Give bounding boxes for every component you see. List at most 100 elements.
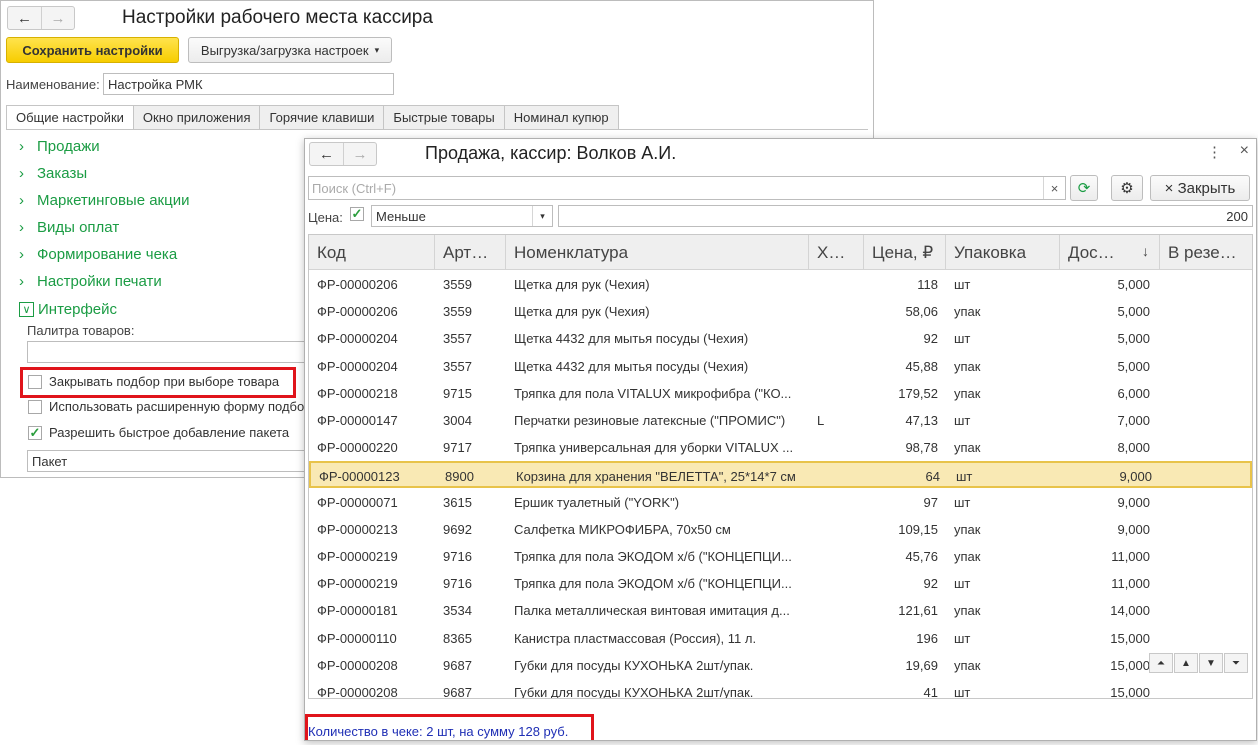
group-marketing[interactable]: › Маркетинговые акции xyxy=(19,192,189,209)
table-row[interactable]: ФР-00000071 3615 Ершик туалетный ("YORK") 9… xyxy=(309,489,1252,516)
table-row[interactable]: ФР-00000218 9715 Тряпка для пола VITALUX м… xyxy=(309,380,1252,407)
tab-app-window[interactable]: Окно приложения xyxy=(133,105,261,130)
cell-price: 92 xyxy=(923,331,938,347)
table-row[interactable]: ФР-00000206 3559 Щетка для рук (Чехия) 58,0… xyxy=(309,298,1252,325)
cell-available: 11,000 xyxy=(1111,576,1150,592)
cell-article: 8365 xyxy=(443,630,472,646)
table-row[interactable]: ФР-00000219 9716 Тряпка для пола ЭКОДОМ х/… xyxy=(309,543,1252,570)
cell-price: 179,52 xyxy=(898,385,938,401)
group-interface[interactable]: ∨ Интерфейс xyxy=(19,301,117,318)
col-characteristic[interactable]: Х… xyxy=(809,235,864,270)
settings-title: Настройки рабочего места кассира xyxy=(122,7,433,28)
cell-name: Ершик туалетный ("YORK") xyxy=(514,494,680,510)
cell-code: ФР-00000110 xyxy=(317,630,397,646)
cell-available: 11,000 xyxy=(1111,549,1150,564)
scroll-buttons: ⏶ ▲ ▼ ⏷ xyxy=(1148,653,1248,673)
sale-window: ← → Продажа, кассир: Волков А.И. ⋮ × Пои… xyxy=(304,138,1257,741)
more-icon[interactable]: ⋮ xyxy=(1207,143,1222,161)
table-row[interactable]: ФР-00000110 8365 Канистра пластмассовая (Р… xyxy=(309,625,1252,652)
table-row[interactable]: ФР-00000219 9716 Тряпка для пола ЭКОДОМ х/… xyxy=(309,570,1252,597)
group-receipt[interactable]: › Формирование чека xyxy=(19,246,177,263)
extended-form-checkbox[interactable]: Использовать расширенную форму подбора xyxy=(28,399,319,414)
forward-icon[interactable]: → xyxy=(343,143,376,165)
chevron-right-icon: › xyxy=(19,273,24,290)
chevron-right-icon: › xyxy=(19,165,24,182)
nav-buttons: ← → xyxy=(7,6,75,30)
table-row[interactable]: ФР-00000204 3557 Щетка 4432 для мытья посу… xyxy=(309,353,1252,380)
table-row[interactable]: ФР-00000204 3557 Щетка 4432 для мытья посу… xyxy=(309,325,1252,352)
cell-article: 3559 xyxy=(443,304,472,320)
dropdown-icon[interactable]: ▾ xyxy=(532,206,552,226)
cell-available: 5,000 xyxy=(1117,331,1150,347)
table-row[interactable]: ФР-00000147 3004 Перчатки резиновые латекс… xyxy=(309,407,1252,434)
package-field[interactable]: Пакет xyxy=(27,450,317,472)
cell-available: 9,000 xyxy=(1117,494,1150,510)
back-icon[interactable]: ← xyxy=(310,143,343,165)
name-field[interactable]: Настройка РМК xyxy=(103,73,394,95)
tab-quick-goods[interactable]: Быстрые товары xyxy=(384,105,505,130)
group-sales[interactable]: › Продажи xyxy=(19,138,100,155)
price-label: Цена: xyxy=(308,210,343,225)
scroll-top-icon[interactable]: ⏶ xyxy=(1149,653,1173,673)
cell-article: 9717 xyxy=(443,440,472,456)
table-row[interactable]: ФР-00000208 9687 Губки для посуды КУХОНЬКА… xyxy=(309,652,1252,679)
checkbox-icon xyxy=(28,399,42,414)
cell-article: 3534 xyxy=(443,603,472,619)
cell-article: 9687 xyxy=(443,685,472,699)
price-filter-checkbox[interactable]: ✓ xyxy=(350,206,371,221)
cell-package: упак xyxy=(954,521,981,537)
table-row[interactable]: ФР-00000206 3559 Щетка для рук (Чехия) 118 ш… xyxy=(309,271,1252,298)
price-value-field[interactable]: 200 xyxy=(558,205,1253,227)
cell-code: ФР-00000206 xyxy=(317,277,398,292)
table-row[interactable]: ФР-00000220 9717 Тряпка универсальная для … xyxy=(309,434,1252,461)
back-icon[interactable]: ← xyxy=(8,7,41,29)
col-available-label: Дос… xyxy=(1068,243,1115,262)
tab-banknotes[interactable]: Номинал купюр xyxy=(504,105,619,130)
col-price[interactable]: Цена, ₽ xyxy=(864,235,946,270)
group-payments[interactable]: › Виды оплат xyxy=(19,219,119,236)
table-row-selected[interactable]: ФР-00000123 8900 Корзина для хранения "ВЕЛ… xyxy=(309,461,1252,489)
col-name[interactable]: Номенклатура xyxy=(506,235,809,270)
cell-name: Тряпка для пола VITALUX микрофибра ("КО.… xyxy=(514,385,792,401)
cell-package: упак xyxy=(954,304,981,320)
nav-buttons: ← → xyxy=(309,142,377,166)
refresh-button[interactable]: ⟳ xyxy=(1070,175,1098,201)
tab-hotkeys[interactable]: Горячие клавиши xyxy=(260,105,385,130)
cell-name: Корзина для хранения "ВЕЛЕТТА", 25*14*7 … xyxy=(516,469,796,485)
group-label: Настройки печати xyxy=(37,273,162,290)
scroll-down-icon[interactable]: ▼ xyxy=(1199,653,1223,673)
col-package[interactable]: Упаковка xyxy=(946,235,1060,270)
scroll-up-icon[interactable]: ▲ xyxy=(1174,653,1198,673)
cell-package: шт xyxy=(954,576,971,592)
close-button[interactable]: × Закрыть xyxy=(1150,175,1250,201)
gear-icon[interactable]: ⚙ xyxy=(1111,175,1143,201)
group-orders[interactable]: › Заказы xyxy=(19,165,87,182)
close-window-icon[interactable]: × xyxy=(1240,142,1249,160)
tab-general[interactable]: Общие настройки xyxy=(6,105,134,130)
table-row[interactable]: ФР-00000208 9687 Губки для посуды КУХОНЬКА… xyxy=(309,679,1252,699)
palette-field[interactable] xyxy=(27,341,317,363)
col-available[interactable]: Дос… ↓ xyxy=(1060,235,1160,270)
scroll-bottom-icon[interactable]: ⏷ xyxy=(1224,653,1248,673)
price-condition-select[interactable]: Меньше ▾ xyxy=(371,205,553,227)
col-reserve[interactable]: В резе… xyxy=(1160,235,1252,270)
cell-available: 7,000 xyxy=(1117,413,1150,428)
export-import-button[interactable]: Выгрузка/загрузка настроек ▾ xyxy=(188,37,392,63)
table-row[interactable]: ФР-00000181 3534 Палка металлическая винто… xyxy=(309,597,1252,624)
highlight-frame xyxy=(305,714,594,740)
save-settings-button[interactable]: Сохранить настройки xyxy=(6,37,179,63)
cell-code: ФР-00000147 xyxy=(317,413,398,428)
table-row[interactable]: ФР-00000213 9692 Салфетка МИКРОФИБРА, 70х5… xyxy=(309,516,1252,543)
cell-price: 45,88 xyxy=(905,358,938,374)
chevron-right-icon: › xyxy=(19,192,24,209)
cell-code: ФР-00000204 xyxy=(317,331,398,347)
cell-package: шт xyxy=(956,469,973,485)
forward-icon[interactable]: → xyxy=(41,7,74,29)
quick-package-checkbox[interactable]: ✓ Разрешить быстрое добавление пакета xyxy=(28,425,289,440)
cell-article: 3559 xyxy=(443,277,472,292)
clear-search-icon[interactable]: × xyxy=(1043,177,1065,199)
group-print[interactable]: › Настройки печати xyxy=(19,273,162,290)
col-code[interactable]: Код xyxy=(309,235,435,270)
search-input[interactable]: Поиск (Ctrl+F) × xyxy=(308,176,1066,200)
col-article[interactable]: Арт… xyxy=(435,235,506,270)
